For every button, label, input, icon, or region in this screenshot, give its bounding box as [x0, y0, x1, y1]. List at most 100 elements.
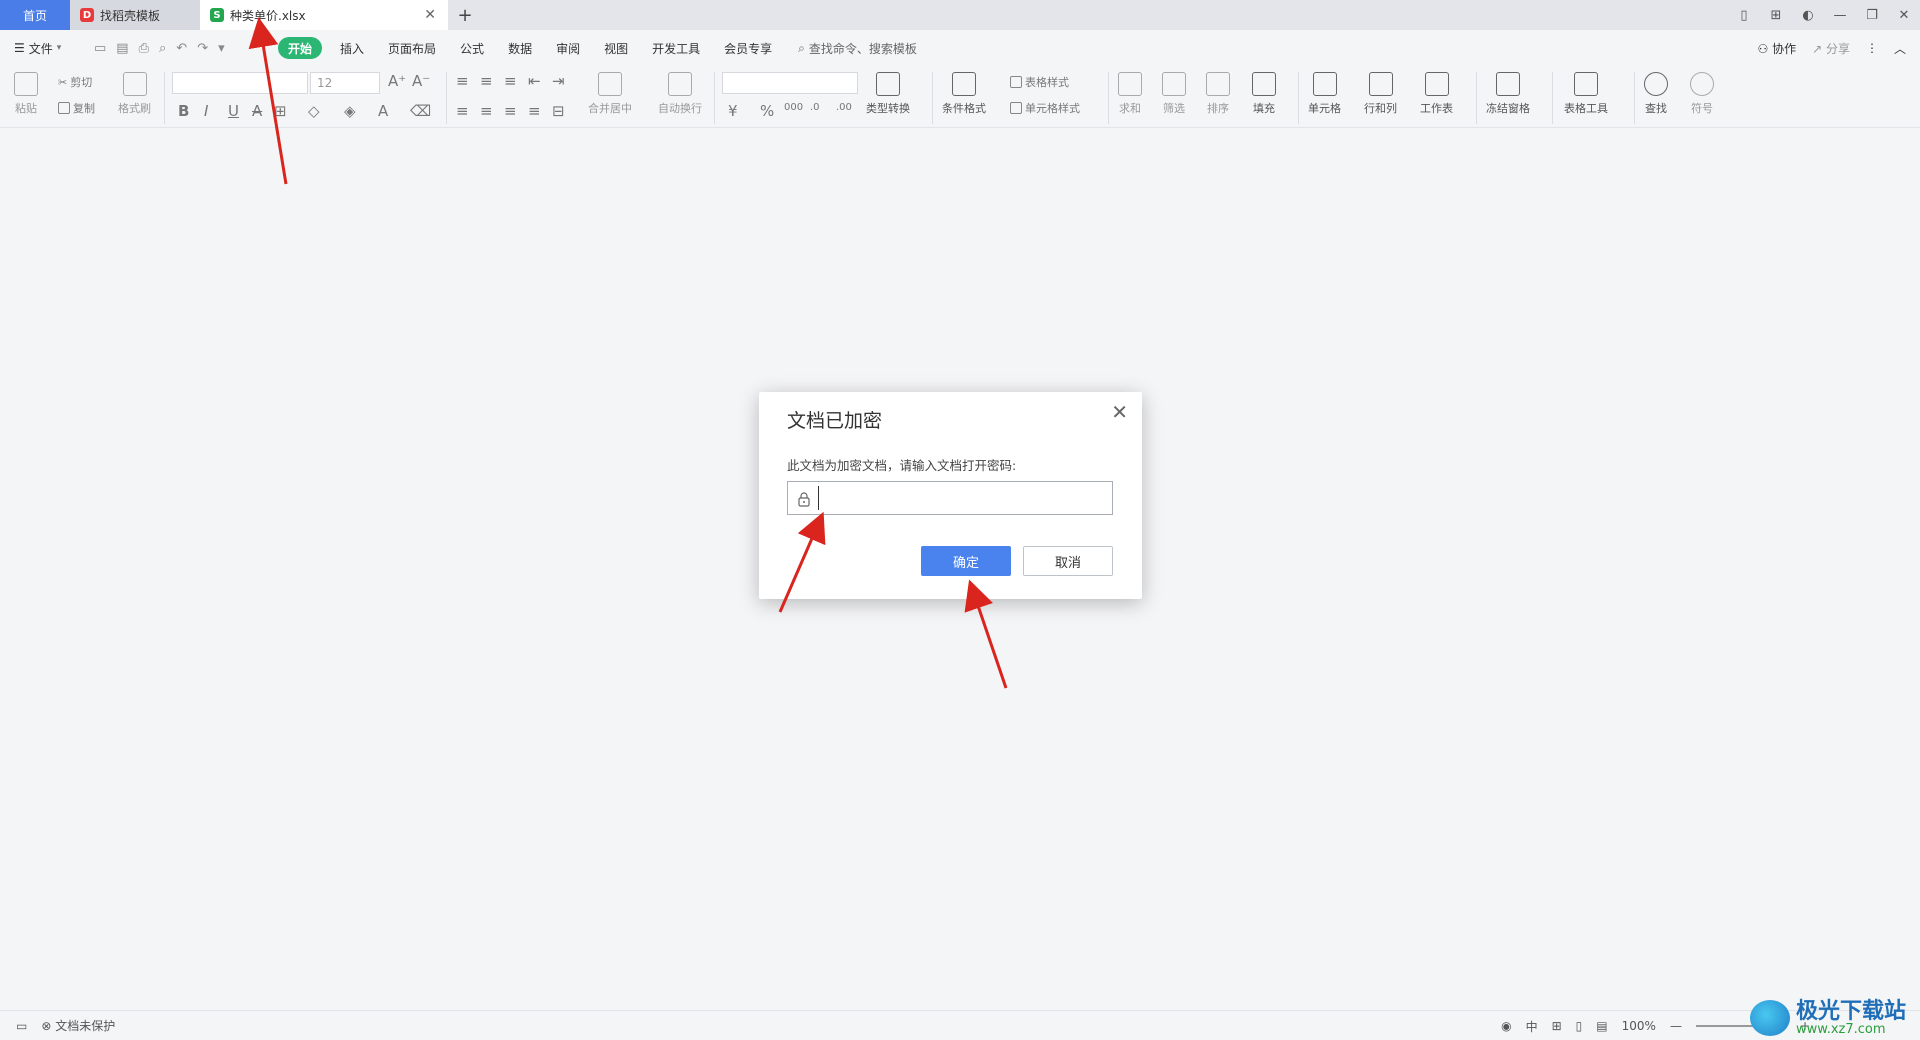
table-style-button[interactable]: 表格样式	[1010, 74, 1069, 90]
new-tab-button[interactable]: +	[448, 0, 482, 30]
align-center-icon[interactable]: ≡	[480, 102, 493, 120]
increase-decimal-icon[interactable]: .0	[810, 102, 820, 113]
tab-home[interactable]: 首页	[0, 0, 70, 30]
tab-daoke-templates[interactable]: D 找稻壳模板	[70, 0, 200, 30]
increase-font-icon[interactable]: A⁺	[388, 72, 406, 90]
currency-icon[interactable]: ¥	[728, 102, 738, 120]
ribbon-tab-review[interactable]: 审阅	[544, 37, 592, 59]
page-layout-view-icon[interactable]: ▯	[1576, 1019, 1583, 1033]
ribbon-tab-developer[interactable]: 开发工具	[640, 37, 712, 59]
align-left-icon[interactable]: ≡	[456, 102, 469, 120]
merge-center-button[interactable]: 合并居中	[588, 72, 632, 116]
avatar-icon[interactable]: ◐	[1792, 8, 1824, 23]
daoke-icon: D	[80, 8, 94, 22]
zoom-out-icon[interactable]: —	[1670, 1019, 1682, 1033]
italic-icon[interactable]: I	[204, 102, 208, 120]
table-tools-button[interactable]: 表格工具	[1564, 72, 1608, 116]
paste-button[interactable]: 粘贴	[14, 72, 38, 116]
password-input[interactable]	[818, 486, 1108, 510]
close-window-icon[interactable]: ✕	[1888, 8, 1920, 23]
collapse-ribbon-icon[interactable]: ︿	[1894, 40, 1906, 57]
worksheet-button[interactable]: 工作表	[1420, 72, 1453, 116]
distribute-icon[interactable]: ⊟	[552, 102, 565, 120]
password-field[interactable]	[787, 481, 1113, 515]
minimize-icon[interactable]: —	[1824, 8, 1856, 23]
zoom-level[interactable]: 100%	[1622, 1019, 1656, 1033]
filter-button[interactable]: 筛选	[1162, 72, 1186, 116]
ribbon-tab-formula[interactable]: 公式	[448, 37, 496, 59]
strikethrough-icon[interactable]: A	[252, 102, 262, 120]
cancel-button[interactable]: 取消	[1023, 546, 1113, 576]
font-color-icon[interactable]: A	[378, 102, 388, 120]
type-convert-button[interactable]: 类型转换	[866, 72, 910, 116]
percent-icon[interactable]: %	[760, 102, 774, 120]
layout-icon[interactable]: ▯	[1728, 8, 1760, 23]
thousands-icon[interactable]: 000	[784, 102, 803, 113]
tab-spreadsheet[interactable]: S 种类单价.xlsx ✕	[200, 0, 448, 30]
indent-increase-icon[interactable]: ⇥	[552, 72, 565, 90]
justify-icon[interactable]: ≡	[528, 102, 541, 120]
confirm-button[interactable]: 确定	[921, 546, 1011, 576]
font-family-select[interactable]	[172, 72, 308, 94]
indent-decrease-icon[interactable]: ⇤	[528, 72, 541, 90]
find-button[interactable]: 查找	[1644, 72, 1668, 116]
align-bottom-icon[interactable]: ≡	[504, 72, 517, 90]
decrease-font-icon[interactable]: A⁻	[412, 72, 430, 90]
collab-button[interactable]: ⚇ 协作	[1757, 40, 1796, 57]
ribbon-tab-view[interactable]: 视图	[592, 37, 640, 59]
save-icon[interactable]: ▭	[94, 41, 106, 56]
format-painter-button[interactable]: 格式刷	[118, 72, 151, 116]
dialog-close-icon[interactable]: ✕	[1111, 402, 1128, 422]
cell-style-button[interactable]: 单元格样式	[1010, 100, 1080, 116]
normal-view-icon[interactable]: ⊞	[1552, 1019, 1562, 1033]
freeze-panes-button[interactable]: 冻结窗格	[1486, 72, 1530, 116]
eraser-icon[interactable]: ⌫	[410, 102, 431, 120]
wrap-text-button[interactable]: 自动换行	[658, 72, 702, 116]
symbol-button[interactable]: 符号	[1690, 72, 1714, 116]
undo-icon[interactable]: ↶	[176, 41, 187, 56]
align-middle-icon[interactable]: ≡	[480, 72, 493, 90]
close-tab-icon[interactable]: ✕	[424, 7, 436, 23]
more-icon[interactable]: ▾	[218, 41, 225, 56]
print-icon[interactable]: ⎙	[139, 41, 149, 56]
page-break-view-icon[interactable]: ▤	[1596, 1019, 1607, 1033]
ribbon-separator	[1298, 72, 1299, 124]
fill-color-icon[interactable]: ◇	[308, 102, 320, 120]
row-col-button[interactable]: 行和列	[1364, 72, 1397, 116]
align-right-icon[interactable]: ≡	[504, 102, 517, 120]
ribbon-tab-member[interactable]: 会员专享	[712, 37, 784, 59]
share-button[interactable]: ↗ 分享	[1812, 40, 1850, 57]
font-size-select[interactable]: 12	[310, 72, 380, 94]
ribbon-tab-data[interactable]: 数据	[496, 37, 544, 59]
cell-button[interactable]: 单元格	[1308, 72, 1341, 116]
print-preview-icon[interactable]: ⌕	[159, 41, 166, 56]
eye-icon[interactable]: ◉	[1501, 1019, 1511, 1033]
restore-icon[interactable]: ❐	[1856, 8, 1888, 23]
ribbon-tab-page-layout[interactable]: 页面布局	[376, 37, 448, 59]
file-menu-button[interactable]: ☰ 文件 ▾	[0, 40, 86, 57]
align-top-icon[interactable]: ≡	[456, 72, 469, 90]
hamburger-icon: ☰	[14, 41, 25, 55]
conditional-format-button[interactable]: 条件格式	[942, 72, 986, 116]
display-settings-icon[interactable]: ▭	[16, 1019, 27, 1033]
fill-button[interactable]: 填充	[1252, 72, 1276, 116]
export-icon[interactable]: ▤	[116, 41, 128, 56]
apps-grid-icon[interactable]: ⊞	[1760, 8, 1792, 23]
ribbon-tab-home[interactable]: 开始	[278, 37, 323, 59]
border-icon[interactable]: ⊞	[274, 102, 287, 120]
sort-button[interactable]: 排序	[1206, 72, 1230, 116]
redo-icon[interactable]: ↷	[197, 41, 208, 56]
command-search[interactable]: ⌕ 查找命令、搜索模板	[798, 40, 917, 57]
sum-button[interactable]: 求和	[1118, 72, 1142, 116]
highlight-icon[interactable]: ◈	[344, 102, 356, 120]
underline-icon[interactable]: U	[228, 102, 239, 120]
decrease-decimal-icon[interactable]: .00	[836, 102, 852, 113]
input-mode[interactable]: 中	[1526, 1018, 1538, 1035]
bold-icon[interactable]: B	[178, 102, 189, 120]
copy-button[interactable]: 复制	[58, 100, 95, 116]
cut-button[interactable]: ✂ 剪切	[58, 74, 92, 90]
ribbon-tab-insert[interactable]: 插入	[328, 37, 376, 59]
number-format-select[interactable]	[722, 72, 858, 94]
protect-status[interactable]: ⊗ 文档未保护	[41, 1017, 115, 1034]
more-options-icon[interactable]: ⋮	[1866, 41, 1878, 55]
